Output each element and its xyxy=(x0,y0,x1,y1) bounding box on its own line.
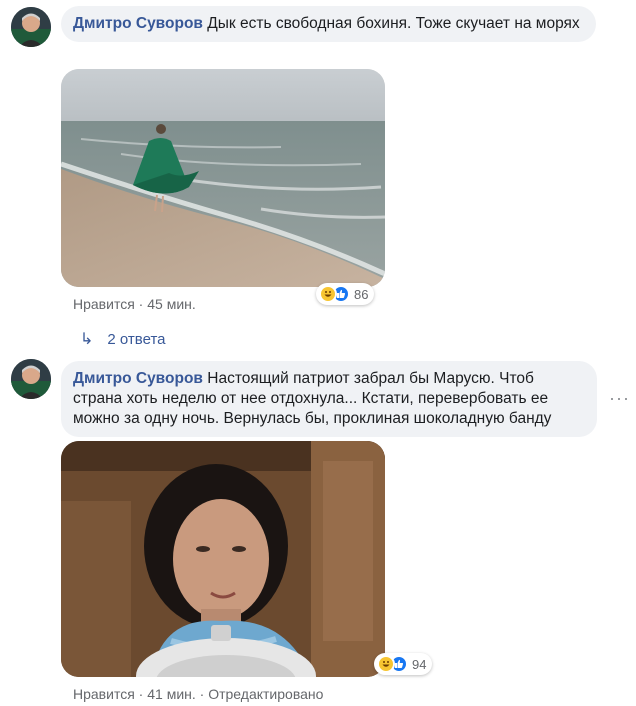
like-link[interactable]: Нравится xyxy=(73,296,135,312)
more-horizontal-icon[interactable]: ··· xyxy=(609,389,630,407)
comment-photo[interactable] xyxy=(61,441,385,677)
haha-reaction-icon xyxy=(377,655,395,673)
comment-author[interactable]: Дмитро Суворов xyxy=(73,370,203,387)
comment-avatar[interactable] xyxy=(11,359,51,399)
reply-arrow-icon: ↳ xyxy=(80,331,94,348)
haha-reaction-icon xyxy=(319,285,337,303)
view-replies-link[interactable]: ↳ 2 ответа xyxy=(80,329,166,349)
meta-separator: · xyxy=(199,686,205,702)
comment-time[interactable]: 45 мин. xyxy=(147,296,196,312)
comment-avatar[interactable] xyxy=(11,7,51,47)
comment-text: Дык есть свободная бохиня. Тоже скучает … xyxy=(207,15,580,32)
comment-bubble: Дмитро Суворов Настоящий патриот забрал … xyxy=(61,361,597,437)
comment-author[interactable]: Дмитро Суворов xyxy=(73,15,203,32)
comment-meta: Нравится · 45 мин. xyxy=(73,295,196,313)
meta-separator: · xyxy=(138,296,144,312)
edited-label[interactable]: Отредактировано xyxy=(208,686,323,702)
reaction-count: 86 xyxy=(354,286,369,302)
comment-bubble: Дмитро Суворов Дык есть свободная бохиня… xyxy=(61,6,596,42)
meta-separator: · xyxy=(138,686,144,702)
reactions-badge[interactable]: 86 xyxy=(316,283,375,305)
like-link[interactable]: Нравится xyxy=(73,686,135,702)
comment-meta: Нравится · 41 мин. · Отредактировано xyxy=(73,685,323,703)
comment-photo[interactable] xyxy=(61,69,385,287)
reactions-badge[interactable]: 94 xyxy=(374,653,433,675)
reaction-count: 94 xyxy=(412,656,427,672)
comment-time[interactable]: 41 мин. xyxy=(147,686,196,702)
replies-label: 2 ответа xyxy=(107,330,166,348)
